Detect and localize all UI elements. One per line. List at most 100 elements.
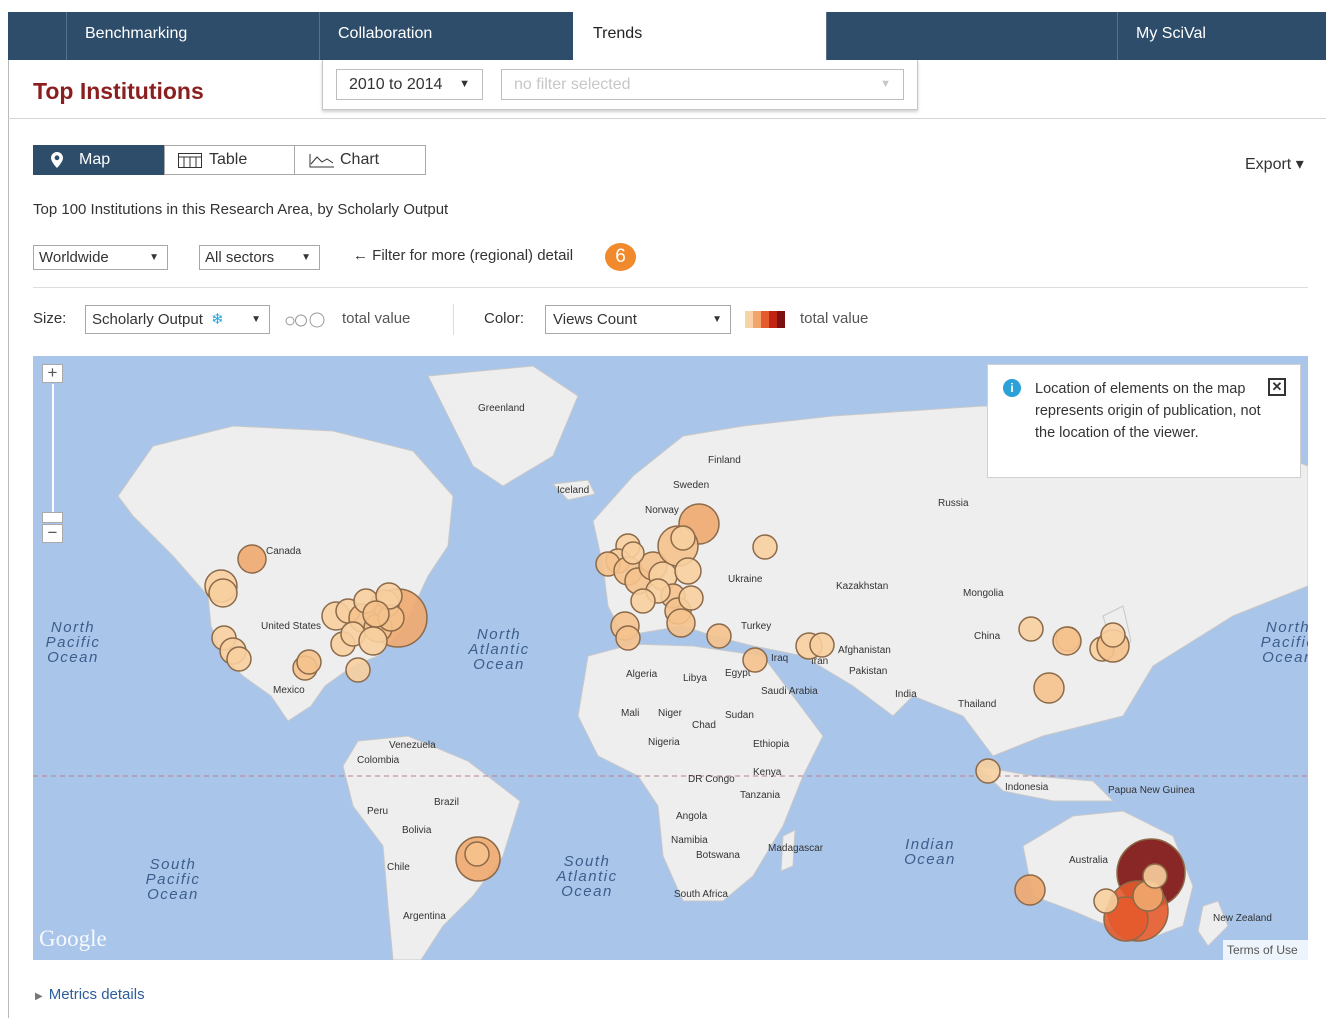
- size-metric-select[interactable]: Scholarly Output ❄ ▼: [85, 305, 270, 334]
- institution-bubble[interactable]: [752, 534, 778, 560]
- institution-bubble[interactable]: [226, 646, 252, 672]
- institution-bubble[interactable]: [237, 544, 267, 574]
- institution-bubble[interactable]: [464, 841, 490, 867]
- google-logo: Google: [39, 926, 107, 951]
- country-label: Sudan: [725, 710, 754, 721]
- institution-bubble[interactable]: [706, 623, 732, 649]
- export-button[interactable]: Export ▾: [1245, 154, 1304, 174]
- institution-bubble[interactable]: [1014, 874, 1046, 906]
- size-legend-circles-icon: [285, 312, 325, 328]
- caret-right-icon: ▶: [35, 991, 43, 1002]
- country-label: Algeria: [626, 669, 658, 680]
- filter-select[interactable]: no filter selected ▼: [501, 69, 904, 100]
- nav-spacer: [826, 12, 1118, 60]
- institution-bubble[interactable]: [208, 578, 238, 608]
- country-label: Colombia: [357, 755, 400, 766]
- country-label: Indonesia: [1005, 782, 1049, 793]
- color-metric-select[interactable]: Views Count ▼: [545, 305, 731, 334]
- chevron-down-icon: ▼: [712, 314, 722, 325]
- institution-bubble[interactable]: [1100, 622, 1126, 648]
- institution-bubble[interactable]: [670, 525, 696, 551]
- view-tab-table[interactable]: Table: [164, 145, 295, 175]
- institution-bubble[interactable]: [742, 647, 768, 673]
- institution-bubble[interactable]: [674, 557, 702, 585]
- zoom-slider-track[interactable]: [52, 384, 54, 514]
- view-tab-map-label: Map: [79, 151, 111, 168]
- info-text: Location of elements on the map represen…: [1035, 381, 1261, 441]
- country-label: South Africa: [674, 889, 728, 900]
- ocean-label: South Pacific Ocean: [146, 856, 201, 903]
- tab-collaboration[interactable]: Collaboration: [319, 12, 573, 60]
- tab-trends[interactable]: Trends: [573, 12, 827, 60]
- institution-bubble[interactable]: [678, 585, 704, 611]
- terms-of-use-link[interactable]: Terms of Use: [1223, 940, 1308, 960]
- institution-bubble[interactable]: [1093, 888, 1119, 914]
- sector-select[interactable]: All sectors ▼: [199, 245, 320, 270]
- country-label: China: [974, 631, 1001, 642]
- institution-bubble[interactable]: [1033, 672, 1065, 704]
- country-label: Australia: [1069, 855, 1108, 866]
- view-tab-table-label: Table: [209, 151, 248, 168]
- ocean-label: NorthPacificOcean: [46, 619, 101, 666]
- country-label: New Zealand: [1213, 913, 1272, 924]
- institution-bubble[interactable]: [1018, 616, 1044, 642]
- region-select[interactable]: Worldwide ▼: [33, 245, 168, 270]
- metrics-details-toggle[interactable]: ▶ Metrics details: [35, 986, 145, 1003]
- institution-bubble[interactable]: [630, 588, 656, 614]
- country-label: Sweden: [673, 480, 709, 491]
- country-label: Pakistan: [849, 666, 887, 677]
- zoom-out-button[interactable]: −: [42, 524, 63, 543]
- country-label: United States: [261, 621, 321, 632]
- institution-bubble[interactable]: [362, 600, 390, 628]
- chevron-down-icon: ▼: [149, 252, 159, 263]
- institution-bubble[interactable]: [615, 625, 641, 651]
- info-icon: i: [1003, 379, 1021, 397]
- country-label: Kazakhstan: [836, 581, 888, 592]
- chevron-down-icon: ▼: [880, 78, 891, 90]
- country-label: Thailand: [958, 699, 996, 710]
- institution-bubble[interactable]: [358, 626, 388, 656]
- zoom-slider-handle[interactable]: [42, 512, 63, 523]
- country-label: Chad: [692, 720, 716, 731]
- country-label: Libya: [683, 673, 707, 684]
- country-label: Turkey: [741, 621, 771, 632]
- country-label: Iceland: [557, 485, 589, 496]
- chevron-down-icon: ▼: [459, 78, 470, 90]
- country-label: Madagascar: [768, 843, 824, 854]
- color-metric-value: Views Count: [553, 311, 637, 328]
- line-chart-icon: [309, 154, 334, 168]
- ocean-label: NorthPacificOcean: [1261, 619, 1308, 666]
- ocean-label: Indian Ocean: [904, 836, 956, 868]
- country-label: Kenya: [753, 767, 782, 778]
- institution-bubble[interactable]: [809, 632, 835, 658]
- institution-bubble[interactable]: [666, 608, 696, 638]
- institution-bubble[interactable]: [1142, 863, 1168, 889]
- close-icon[interactable]: ✕: [1268, 378, 1286, 396]
- institution-bubble[interactable]: [1052, 626, 1082, 656]
- country-label: Greenland: [478, 403, 525, 414]
- trends-filter-panel: 2010 to 2014 ▼ no filter selected ▼: [322, 60, 918, 110]
- header-divider: [8, 118, 1326, 119]
- tab-benchmarking[interactable]: Benchmarking: [66, 12, 320, 60]
- country-label: Nigeria: [648, 737, 680, 748]
- country-label: Bolivia: [402, 825, 432, 836]
- view-tab-chart[interactable]: Chart: [294, 145, 426, 175]
- map-pin-icon: [51, 152, 63, 168]
- country-label: Finland: [708, 455, 741, 466]
- map-info-box: i Location of elements on the map repres…: [987, 364, 1301, 478]
- country-label: Brazil: [434, 797, 459, 808]
- filter-placeholder: no filter selected: [514, 76, 631, 93]
- institution-bubble[interactable]: [345, 657, 371, 683]
- country-label: Ukraine: [728, 574, 763, 585]
- country-label: Mexico: [273, 685, 305, 696]
- zoom-in-button[interactable]: +: [42, 364, 63, 383]
- view-tab-map[interactable]: Map: [33, 145, 164, 175]
- institution-bubble[interactable]: [621, 541, 645, 565]
- left-rule: [8, 60, 9, 1018]
- year-range-select[interactable]: 2010 to 2014 ▼: [336, 69, 483, 100]
- country-label: DR Congo: [688, 774, 735, 785]
- institution-bubble[interactable]: [296, 649, 322, 675]
- tab-my-scival[interactable]: My SciVal: [1117, 12, 1326, 60]
- country-label: Afghanistan: [838, 645, 891, 656]
- institution-bubble[interactable]: [975, 758, 1001, 784]
